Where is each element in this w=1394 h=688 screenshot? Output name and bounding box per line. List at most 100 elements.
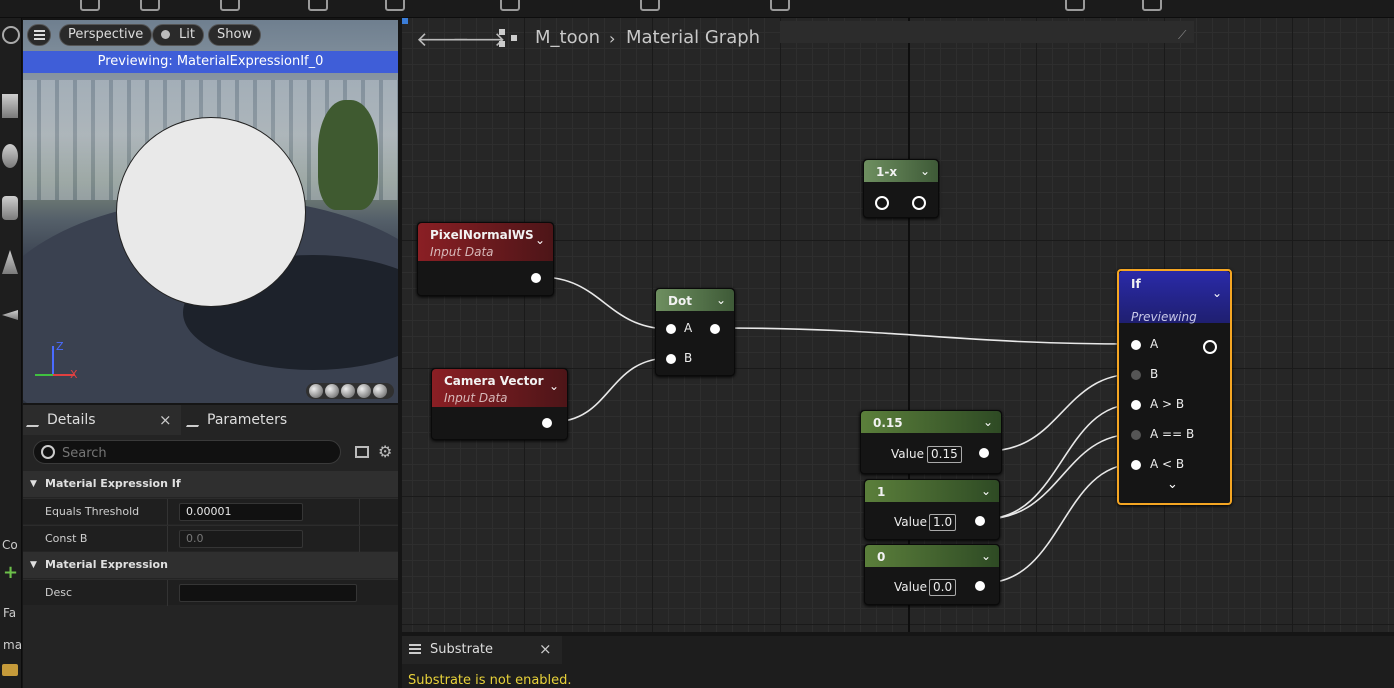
chevron-down-icon[interactable]: ⌄	[535, 233, 545, 247]
input-pin[interactable]	[1131, 370, 1141, 380]
add-icon[interactable]: +	[3, 562, 18, 583]
show-button[interactable]: Show	[208, 24, 262, 46]
node-camera-vector[interactable]: Camera Vector Input Data ⌄	[431, 368, 568, 440]
output-pin[interactable]	[710, 324, 720, 334]
close-icon[interactable]: ×	[159, 405, 172, 435]
chevron-down-icon[interactable]: ⌄	[920, 164, 930, 178]
perspective-button[interactable]: Perspective	[59, 24, 153, 46]
sphere-shape-icon[interactable]	[2, 144, 18, 168]
close-icon[interactable]: ×	[539, 640, 552, 658]
toolbar-icon[interactable]	[1142, 0, 1162, 11]
property-row: Const B 0.0	[23, 525, 398, 552]
chevron-down-icon[interactable]: ⌄	[716, 293, 726, 307]
wire-dot-if-a	[719, 327, 1136, 345]
chevron-down-icon[interactable]: ⌄	[981, 484, 991, 498]
expand-chevron-icon[interactable]: ⌄	[1167, 477, 1178, 492]
chevron-down-icon[interactable]: ⌄	[549, 379, 559, 393]
top-toolbar	[0, 0, 1394, 18]
input-pin[interactable]	[1131, 430, 1141, 440]
value-field[interactable]: 0.0	[929, 579, 957, 596]
pin-label: A == B	[1150, 427, 1195, 441]
folder-icon[interactable]	[2, 664, 18, 676]
gear-icon[interactable]: ⚙	[378, 444, 392, 460]
search-input[interactable]	[60, 443, 334, 463]
cylinder-shape-icon[interactable]	[2, 196, 18, 220]
output-pin[interactable]	[979, 448, 989, 458]
node-if[interactable]: If Previewing ⌄ A B A > B A == B A < B ⌄	[1117, 269, 1232, 505]
toolbar-icon[interactable]	[80, 0, 100, 11]
output-pin[interactable]	[531, 273, 541, 283]
input-pin[interactable]	[1131, 460, 1141, 470]
cylinder-preview-icon[interactable]	[309, 384, 323, 398]
toolbar-icon[interactable]	[500, 0, 520, 11]
value-field[interactable]: 1.0	[929, 514, 957, 531]
substrate-panel: Substrate × Substrate is not enabled.	[402, 636, 1394, 688]
wire-pixelnormal-dot	[539, 276, 671, 330]
category-material-expression[interactable]: ▼ Material Expression	[23, 552, 398, 578]
details-search[interactable]	[33, 440, 341, 464]
node-constant-0[interactable]: 0 ⌄ Value 0.0	[864, 544, 1000, 605]
favorites-label: Fa	[3, 606, 17, 620]
node-constant-015[interactable]: 0.15 ⌄ Value 0.15	[860, 410, 1002, 474]
cube-preview-icon[interactable]	[357, 384, 371, 398]
viewport-menu-button[interactable]	[27, 24, 51, 46]
lit-button[interactable]: Lit	[152, 24, 204, 46]
history-icon[interactable]	[2, 26, 20, 44]
search-icon[interactable]	[220, 0, 240, 11]
output-pin[interactable]	[975, 581, 985, 591]
content-label: Co	[2, 538, 18, 552]
axis-x-label: X	[70, 368, 78, 381]
node-title: 0.15	[873, 416, 903, 430]
toolbar-icon[interactable]	[308, 0, 328, 11]
tab-parameters[interactable]: Parameters	[183, 405, 383, 435]
tab-details[interactable]: Details ×	[23, 405, 181, 435]
value-label: Value	[891, 447, 924, 461]
property-row: Desc	[23, 579, 398, 606]
node-title: 1	[877, 485, 886, 499]
plane-preview-icon[interactable]	[341, 384, 355, 398]
equals-threshold-field[interactable]: 0.00001	[179, 503, 303, 521]
value-field[interactable]: 0.15	[927, 446, 962, 463]
sphere-preview-icon[interactable]	[325, 384, 339, 398]
input-pin-b[interactable]	[666, 354, 676, 364]
pencil-icon	[185, 413, 207, 427]
preview-sphere	[116, 117, 306, 307]
output-pin[interactable]	[1203, 340, 1217, 354]
node-one-minus-x[interactable]: 1-x ⌄	[863, 159, 939, 218]
output-pin[interactable]	[975, 516, 985, 526]
property-label: Desc	[45, 586, 73, 599]
output-pin[interactable]	[912, 196, 926, 210]
viewport-toolbar: Perspective Lit Show	[23, 20, 398, 50]
output-pin[interactable]	[542, 418, 552, 428]
toolbar-icon[interactable]	[1065, 0, 1085, 11]
toolbar-icon[interactable]	[640, 0, 660, 11]
node-dot[interactable]: Dot ⌄ A B	[655, 288, 735, 376]
axis-z-label: Z	[56, 340, 64, 353]
input-pin-a[interactable]	[666, 324, 676, 334]
category-material-expression-if[interactable]: ▼ Material Expression If	[23, 471, 398, 497]
tab-substrate-label: Substrate	[430, 642, 494, 657]
input-pin[interactable]	[1131, 400, 1141, 410]
node-pixel-normal-ws[interactable]: PixelNormalWS Input Data ⌄	[417, 222, 554, 296]
teapot-preview-icon[interactable]	[373, 384, 387, 398]
cone-shape-icon[interactable]	[2, 250, 18, 274]
chevron-down-icon[interactable]: ⌄	[983, 415, 993, 429]
wire-0-if-altb	[983, 463, 1136, 584]
desc-field[interactable]	[179, 584, 357, 602]
input-pin[interactable]	[1131, 340, 1141, 350]
node-constant-1[interactable]: 1 ⌄ Value 1.0	[864, 479, 1000, 540]
node-title: PixelNormalWS	[430, 228, 534, 242]
plane-shape-icon[interactable]	[2, 310, 18, 320]
toolbar-icon[interactable]	[140, 0, 160, 11]
toolbar-icon[interactable]	[770, 0, 790, 11]
preview-viewport[interactable]: Perspective Lit Show Previewing: Materia…	[23, 20, 398, 403]
previewing-banner: Previewing: MaterialExpressionIf_0	[23, 51, 398, 73]
chevron-down-icon[interactable]: ⌄	[981, 549, 991, 563]
chevron-down-icon[interactable]: ⌄	[1212, 286, 1222, 300]
input-pin[interactable]	[875, 196, 889, 210]
cube-shape-icon[interactable]	[2, 94, 18, 118]
tab-substrate[interactable]: Substrate ×	[402, 636, 562, 664]
table-view-icon[interactable]	[355, 446, 369, 458]
material-graph-canvas[interactable]: 🡐 🡒 M_toon › Material Graph ⟋ 1-x ⌄ Pixe…	[402, 18, 1394, 632]
toolbar-icon[interactable]	[385, 0, 405, 11]
